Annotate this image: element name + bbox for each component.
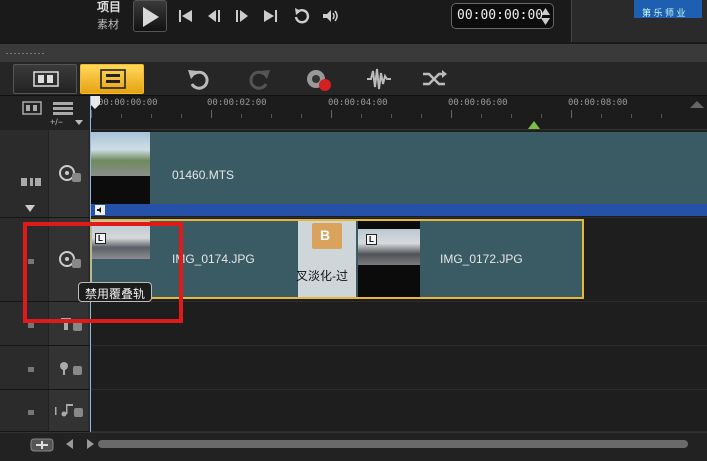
video-track-header: [0, 130, 90, 218]
timeline-toolbar: [0, 62, 707, 96]
video-clip[interactable]: 01460.MTS: [90, 132, 707, 204]
timecode-value: 00:00:00:00: [457, 8, 544, 23]
music-track-lane[interactable]: [90, 390, 707, 432]
scroll-right-icon[interactable]: [86, 439, 94, 449]
prev-frame-icon[interactable]: [204, 6, 224, 26]
clip-name: 01460.MTS: [172, 168, 235, 182]
go-end-icon[interactable]: [260, 6, 280, 26]
expand-track-icon[interactable]: [25, 205, 35, 213]
preview-thumbnail[interactable]: 第 乐 师 业: [634, 0, 702, 18]
ruler-expand-icon[interactable]: [690, 100, 704, 108]
voice-track-header: [0, 346, 90, 390]
spin-down-icon[interactable]: [541, 17, 550, 26]
repeat-icon[interactable]: [291, 6, 311, 26]
track-lock-icon[interactable]: [27, 364, 35, 372]
ruler-tick-label: 00:00:00:00: [98, 98, 158, 108]
storyboard-view-button[interactable]: [13, 64, 77, 94]
spin-up-icon[interactable]: [541, 7, 550, 16]
volume-icon[interactable]: [320, 6, 340, 26]
video-track-lane[interactable]: 01460.MTS: [90, 130, 707, 218]
transition-label: 叉淡化-过: [296, 269, 348, 283]
tooltip: 禁用覆叠轨: [78, 282, 153, 302]
clip-thumbnail: [90, 132, 150, 204]
zoom-dropdown-icon[interactable]: [75, 120, 83, 126]
play-button[interactable]: [133, 0, 167, 32]
ruler-tick-label: 00:00:02:00: [207, 98, 267, 108]
audio-mixer-icon[interactable]: [366, 66, 392, 92]
undo-icon[interactable]: [186, 66, 212, 92]
audio-speaker-icon[interactable]: [95, 205, 105, 215]
track-list-icon[interactable]: [52, 101, 74, 115]
project-mode-label[interactable]: 项目: [97, 0, 121, 15]
ruler-tick-label: 00:00:06:00: [448, 98, 508, 108]
preview-thumb-text: 第 乐 师 业: [642, 8, 686, 18]
scroll-left-icon[interactable]: [66, 439, 74, 449]
time-ruler[interactable]: 00:00:00:00 00:00:02:00 00:00:04:00 00:0…: [90, 96, 707, 130]
video-track-icon[interactable]: [58, 164, 82, 184]
go-start-icon[interactable]: [176, 6, 196, 26]
track-lock-icon[interactable]: [27, 407, 35, 415]
play-icon: [143, 7, 159, 27]
annotation-highlight-box: [23, 222, 183, 323]
playhead-marker-icon[interactable]: [90, 96, 100, 110]
zoom-control[interactable]: +/−: [50, 117, 63, 127]
record-capture-icon[interactable]: [306, 66, 332, 92]
redo-icon[interactable]: [246, 66, 272, 92]
music-track-header: [0, 390, 90, 432]
timecode-field[interactable]: 00:00:00:00: [451, 3, 554, 29]
ruler-tick-label: 00:00:04:00: [328, 98, 388, 108]
transition-badge: B: [320, 227, 331, 243]
clip-thumbnail: [358, 221, 420, 297]
storyboard-view-icon: [33, 71, 59, 87]
transition-clip[interactable]: B 叉淡化-过: [296, 221, 356, 297]
timeline-view-icon: [100, 69, 126, 89]
drag-handle-icon[interactable]: [5, 52, 45, 55]
ripple-edit-icon[interactable]: [20, 176, 42, 188]
timeline-view-button[interactable]: [80, 64, 144, 94]
ruler-tick-label: 00:00:08:00: [568, 98, 628, 108]
clip-badge: L: [366, 234, 377, 245]
audio-waveform-bar[interactable]: [90, 204, 707, 216]
music-track-icon-box: [48, 390, 88, 431]
panel-divider[interactable]: [0, 44, 707, 62]
timeline-footer: [0, 432, 707, 461]
project-end-marker-icon[interactable]: [528, 121, 540, 129]
voice-track-icon[interactable]: [58, 360, 84, 376]
transport-bar: 项目 素材 00:00:00:00 第 乐 师 业: [0, 0, 707, 44]
auto-music-icon[interactable]: [421, 66, 447, 92]
next-frame-icon[interactable]: [232, 6, 252, 26]
clip-name: IMG_0172.JPG: [440, 252, 523, 266]
preview-panel: 第 乐 师 业: [571, 0, 707, 42]
add-track-icon[interactable]: [30, 438, 54, 452]
horizontal-scrollbar[interactable]: [98, 440, 688, 448]
track-header-controls: +/−: [0, 96, 90, 130]
voice-track-lane[interactable]: [90, 346, 707, 390]
video-track-icon-box: [48, 130, 88, 217]
track-manager-icon[interactable]: [22, 101, 42, 115]
music-track-icon[interactable]: [54, 402, 86, 418]
clip-name: IMG_0174.JPG: [172, 252, 255, 266]
clip-mode-label[interactable]: 素材: [97, 16, 119, 32]
voice-track-icon-box: [48, 346, 88, 389]
